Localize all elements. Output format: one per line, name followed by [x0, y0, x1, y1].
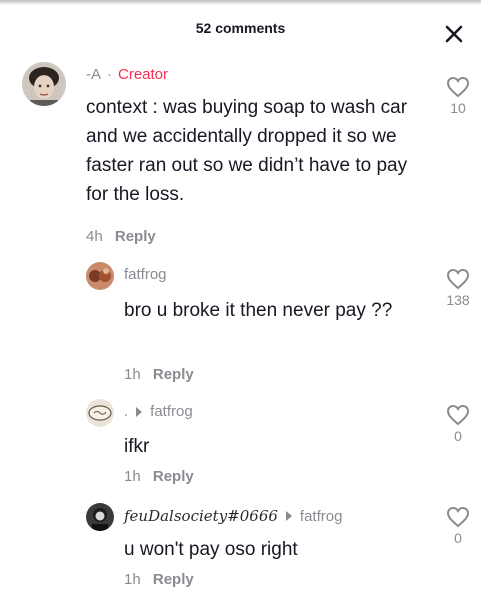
reply-button[interactable]: Reply	[153, 468, 194, 485]
avatar-image	[86, 503, 114, 531]
creator-badge: Creator	[118, 66, 169, 83]
comment-author[interactable]: -A	[86, 66, 101, 83]
comment-time: 4h	[86, 228, 103, 245]
reply-to-author[interactable]: fatfrog	[150, 403, 193, 420]
like-button[interactable]: 10	[443, 76, 473, 116]
comment-author[interactable]: feuDalsociety#0666	[124, 507, 278, 525]
avatar-image	[86, 262, 114, 290]
close-icon[interactable]	[443, 23, 465, 45]
like-count: 10	[450, 100, 466, 116]
reply-button[interactable]: Reply	[153, 571, 194, 588]
reply-button[interactable]: Reply	[153, 366, 194, 383]
avatar[interactable]	[86, 399, 114, 427]
avatar[interactable]	[22, 62, 66, 106]
comment-meta: feuDalsociety#0666 fatfrog	[124, 507, 342, 525]
like-count: 138	[446, 292, 470, 308]
comment-footer: 1h Reply	[124, 571, 194, 588]
comment-time: 1h	[124, 571, 141, 588]
like-button[interactable]: 0	[443, 404, 473, 444]
comment-time: 1h	[124, 366, 141, 383]
comment-text: ifkr	[124, 436, 150, 457]
avatar[interactable]	[86, 262, 114, 290]
avatar-image	[86, 399, 114, 427]
reply-arrow-icon	[136, 406, 143, 417]
heart-icon	[446, 506, 470, 528]
comment-footer: 4h Reply	[86, 228, 156, 245]
comments-header: 52 comments	[0, 14, 481, 46]
comment-meta: fatfrog	[124, 266, 167, 283]
comment-meta: . fatfrog	[124, 403, 193, 420]
comment-author[interactable]: .	[124, 403, 128, 420]
comment-footer: 1h Reply	[124, 366, 194, 383]
comment-meta: -A · Creator	[86, 66, 168, 83]
like-button[interactable]: 138	[443, 268, 473, 308]
like-count: 0	[454, 530, 462, 546]
avatar[interactable]	[86, 503, 114, 531]
reply-arrow-icon	[285, 511, 292, 521]
comment-text: bro u broke it then never pay ??	[124, 300, 393, 321]
avatar-image	[22, 62, 66, 106]
heart-icon	[446, 268, 470, 290]
like-count: 0	[454, 428, 462, 444]
comment-time: 1h	[124, 468, 141, 485]
comment-author[interactable]: fatfrog	[124, 266, 167, 283]
reply-to-author[interactable]: fatfrog	[300, 508, 343, 525]
comment-footer: 1h Reply	[124, 468, 194, 485]
comment-text: u won't pay oso right	[124, 539, 298, 560]
meta-separator: ·	[107, 66, 112, 83]
top-edge	[0, 0, 481, 5]
comment-text: context : was buying soap to wash car an…	[86, 97, 408, 205]
like-button[interactable]: 0	[443, 506, 473, 546]
heart-icon	[446, 76, 470, 98]
comments-count-title: 52 comments	[195, 20, 286, 36]
reply-button[interactable]: Reply	[115, 228, 156, 245]
heart-icon	[446, 404, 470, 426]
